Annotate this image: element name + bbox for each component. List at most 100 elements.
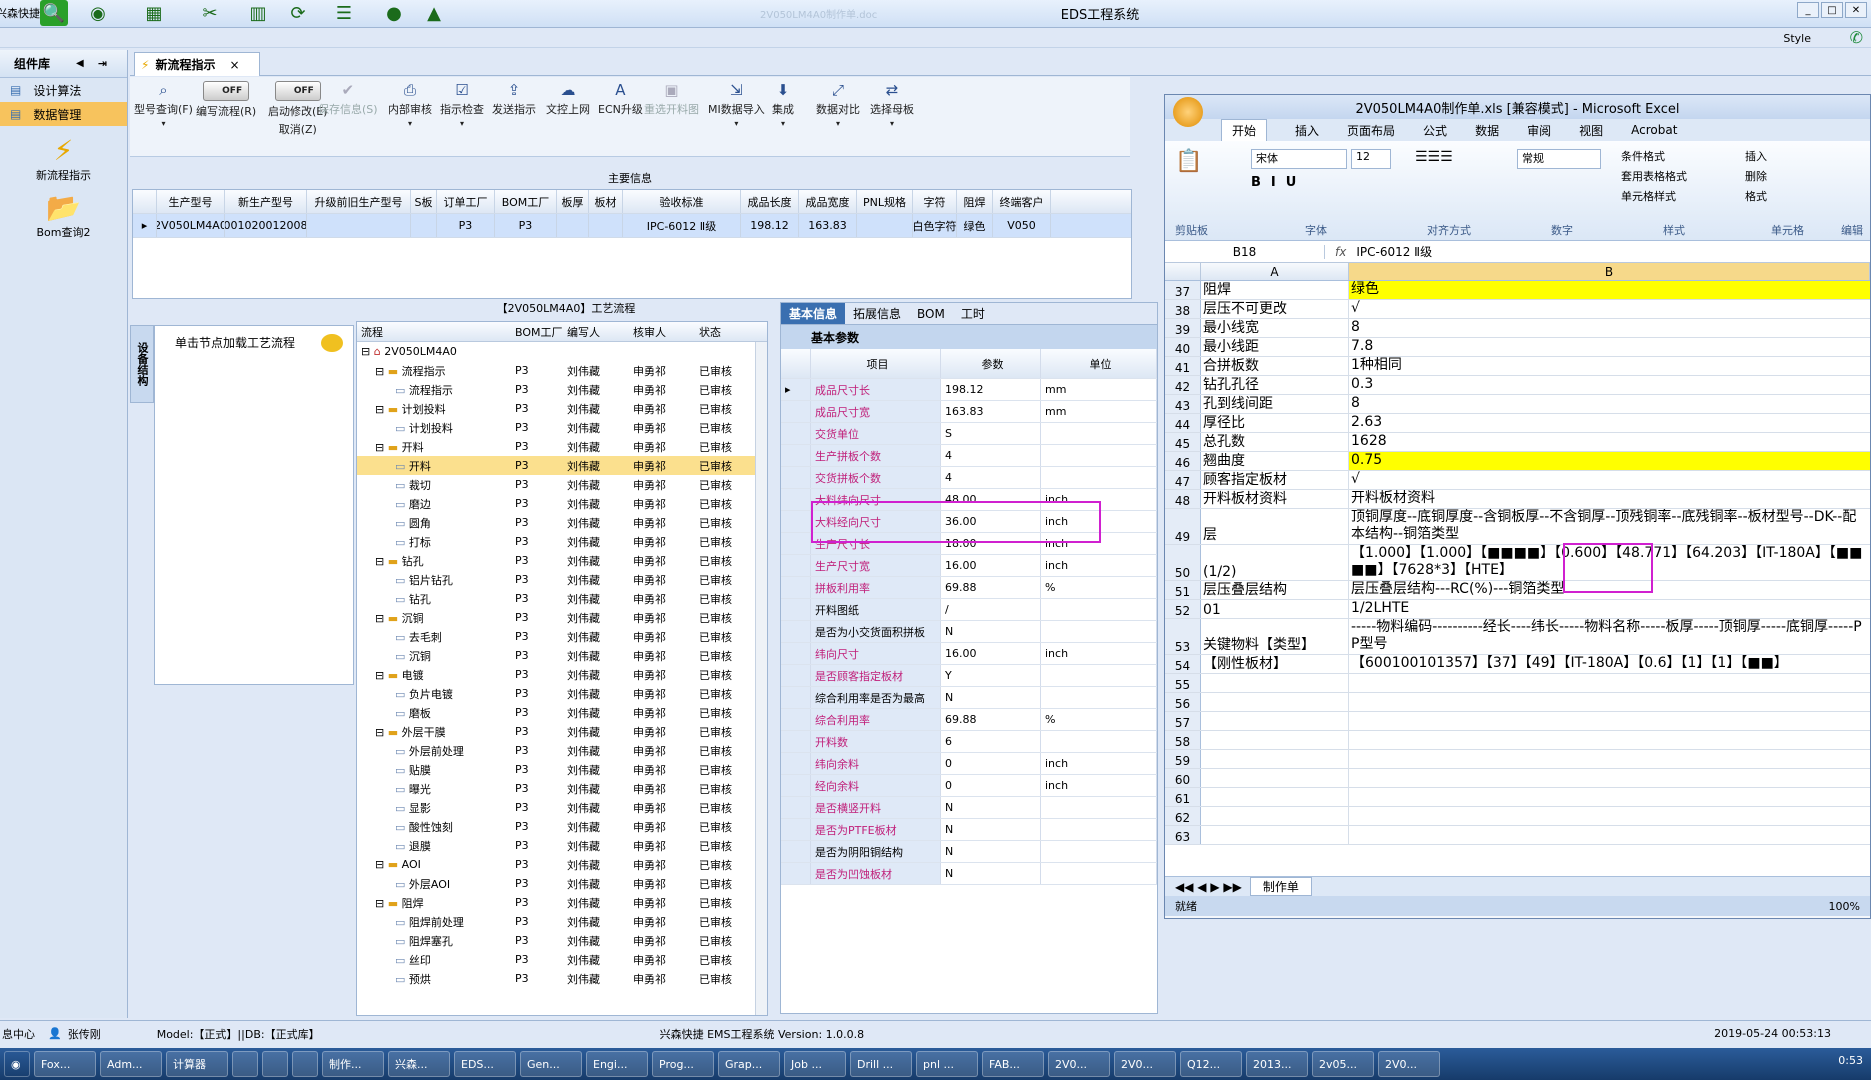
mi-import-button[interactable]: ⇲ MI数据导入 ▾ [708,81,765,128]
tree-node[interactable]: ▭ 开料 P3 刘伟藏 申勇祁 已审核 [357,456,767,475]
taskbar-item[interactable]: Grap... [718,1051,780,1077]
cell-b[interactable] [1349,750,1870,768]
param-value[interactable]: N [941,841,1041,862]
cell-a[interactable]: 层压叠层结构 [1201,581,1349,599]
row-number[interactable]: 42 [1165,376,1201,394]
row-number[interactable]: 63 [1165,826,1201,844]
equipment-structure-tab[interactable]: 设备结构 [130,325,154,403]
tab-home[interactable]: 开始 [1221,119,1268,141]
phone-icon[interactable]: ✆ [1850,28,1863,47]
cell-style-button[interactable]: 单元格样式 [1621,187,1687,207]
table-cell[interactable] [307,214,411,237]
param-value[interactable]: 163.83 [941,401,1041,422]
select-mother-board-button[interactable]: ⇄ 选择母板 ▾ [870,81,914,128]
cell-a[interactable]: 01 [1201,600,1349,618]
tab-insert[interactable]: 插入 [1295,122,1319,139]
expand-icon[interactable]: ⊟ [375,858,384,871]
param-row[interactable]: ▸ 成品尺寸长 198.12 mm [781,379,1157,401]
tree-root[interactable]: ⊟ ⌂ 2V050LM4A0 [357,342,767,361]
message-center[interactable]: 息中心 [0,1026,40,1042]
tree-node[interactable]: ▭ 钻孔 P3 刘伟藏 申勇祁 已审核 [357,589,767,608]
doc-online-button[interactable]: ☁ 文控上网 [546,81,590,117]
param-value[interactable]: N [941,819,1041,840]
taskbar-item[interactable]: FAB... [982,1051,1044,1077]
sidebar-item-new-flow[interactable]: ⚡ 新流程指示 [0,134,127,183]
cell-b[interactable]: -----物料编码----------经长----纬长-----物料名称----… [1349,619,1870,654]
column-header-b[interactable]: B [1349,263,1870,280]
row-number[interactable]: 54 [1165,655,1201,673]
cell-a[interactable]: 开料板材资料 [1201,490,1349,508]
table-row[interactable]: ▸ 2V050LM4A0 10010200120088 P3 P3 IPC-60… [133,214,1131,238]
cell-a[interactable]: 最小线距 [1201,338,1349,356]
table-format-button[interactable]: 套用表格格式 [1621,167,1687,187]
tab-data[interactable]: 数据 [1475,122,1499,139]
expand-icon[interactable]: ⊟ [375,612,384,625]
toggle-switch[interactable]: OFF [203,81,250,101]
param-value[interactable]: S [941,423,1041,444]
row-number[interactable]: 38 [1165,300,1201,318]
expand-icon[interactable]: ⊟ [375,403,384,416]
globe-icon[interactable]: ◉ [84,0,112,26]
name-box[interactable]: B18 [1165,244,1325,259]
column-header[interactable]: 阻焊 [957,190,993,213]
row-number[interactable]: 52 [1165,600,1201,618]
table-cell[interactable] [857,214,913,237]
tree-node[interactable]: ▭ 沉铜 P3 刘伟藏 申勇祁 已审核 [357,646,767,665]
expand-icon[interactable]: ⊟ [375,441,384,454]
tree-node[interactable]: ▭ 计划投料 P3 刘伟藏 申勇祁 已审核 [357,418,767,437]
tree-node[interactable]: ▭ 流程指示 P3 刘伟藏 申勇祁 已审核 [357,380,767,399]
reselect-cut-button[interactable]: ▣ 重选开料图 [644,81,699,117]
taskbar-item[interactable]: 2V0... [1048,1051,1110,1077]
cell-a[interactable]: 孔到线间距 [1201,395,1349,413]
select-all-corner[interactable] [1165,263,1201,280]
sidebar-item-data-management[interactable]: ▤ 数据管理 [0,102,127,126]
tab-labor-hours[interactable]: 工时 [953,303,993,324]
table-cell[interactable]: 198.12 [741,214,799,237]
row-number[interactable]: 46 [1165,452,1201,470]
tab-bom[interactable]: BOM [909,303,953,324]
cell-b[interactable] [1349,788,1870,806]
taskbar-item[interactable]: Job ... [784,1051,846,1077]
taskbar-item[interactable] [232,1051,258,1077]
tree-node[interactable]: ▭ 打标 P3 刘伟藏 申勇祁 已审核 [357,532,767,551]
cell-b[interactable] [1349,674,1870,692]
tree-node[interactable]: ⊟ ▬ 钻孔 P3 刘伟藏 申勇祁 已审核 [357,551,767,570]
column-header[interactable]: 核审人 [633,324,699,340]
param-value[interactable]: N [941,863,1041,884]
tree-node[interactable]: ▭ 铝片钻孔 P3 刘伟藏 申勇祁 已审核 [357,570,767,589]
cell-b[interactable]: 1种相同 [1349,357,1870,375]
insert-button[interactable]: 插入 [1745,147,1767,167]
table-cell[interactable]: 163.83 [799,214,857,237]
cell-b[interactable]: 0.75 [1349,452,1870,470]
cell-b[interactable] [1349,769,1870,787]
param-row[interactable]: 是否为小交货面积拼板 N [781,621,1157,643]
cell-a[interactable] [1201,731,1349,749]
column-header[interactable]: S板 [411,190,437,213]
column-header[interactable]: 流程 [357,324,515,340]
tab-view[interactable]: 视图 [1579,122,1603,139]
refresh-icon[interactable]: ⟳ [284,0,312,26]
row-number[interactable]: 41 [1165,357,1201,375]
chevron-left-icon[interactable]: ◀ [76,58,84,69]
cell-a[interactable]: 阻焊 [1201,281,1349,299]
column-header[interactable]: 成品宽度 [799,190,857,213]
taskbar-item[interactable]: Q12... [1180,1051,1242,1077]
param-row[interactable]: 是否为凹蚀板材 N [781,863,1157,885]
zoom-level[interactable]: 100% [1829,900,1860,913]
cell-a[interactable] [1201,788,1349,806]
taskbar-item[interactable]: Engi... [586,1051,648,1077]
column-header[interactable]: 升级前旧生产型号 [307,190,411,213]
column-header[interactable]: BOM工厂 [495,190,557,213]
taskbar-item[interactable]: 制作... [322,1051,384,1077]
row-number[interactable]: 59 [1165,750,1201,768]
row-number[interactable]: 48 [1165,490,1201,508]
tab-formulas[interactable]: 公式 [1423,122,1447,139]
column-header[interactable]: 终端客户 [993,190,1051,213]
tree-node[interactable]: ⊟ ▬ 外层干膜 P3 刘伟藏 申勇祁 已审核 [357,722,767,741]
row-number[interactable]: 50 [1165,545,1201,580]
integrate-button[interactable]: ⬇ 集成 ▾ [772,81,794,128]
row-number[interactable]: 56 [1165,693,1201,711]
cell-b[interactable]: 0.3 [1349,376,1870,394]
tree-node[interactable]: ▭ 外层前处理 P3 刘伟藏 申勇祁 已审核 [357,741,767,760]
cell-a[interactable] [1201,807,1349,825]
